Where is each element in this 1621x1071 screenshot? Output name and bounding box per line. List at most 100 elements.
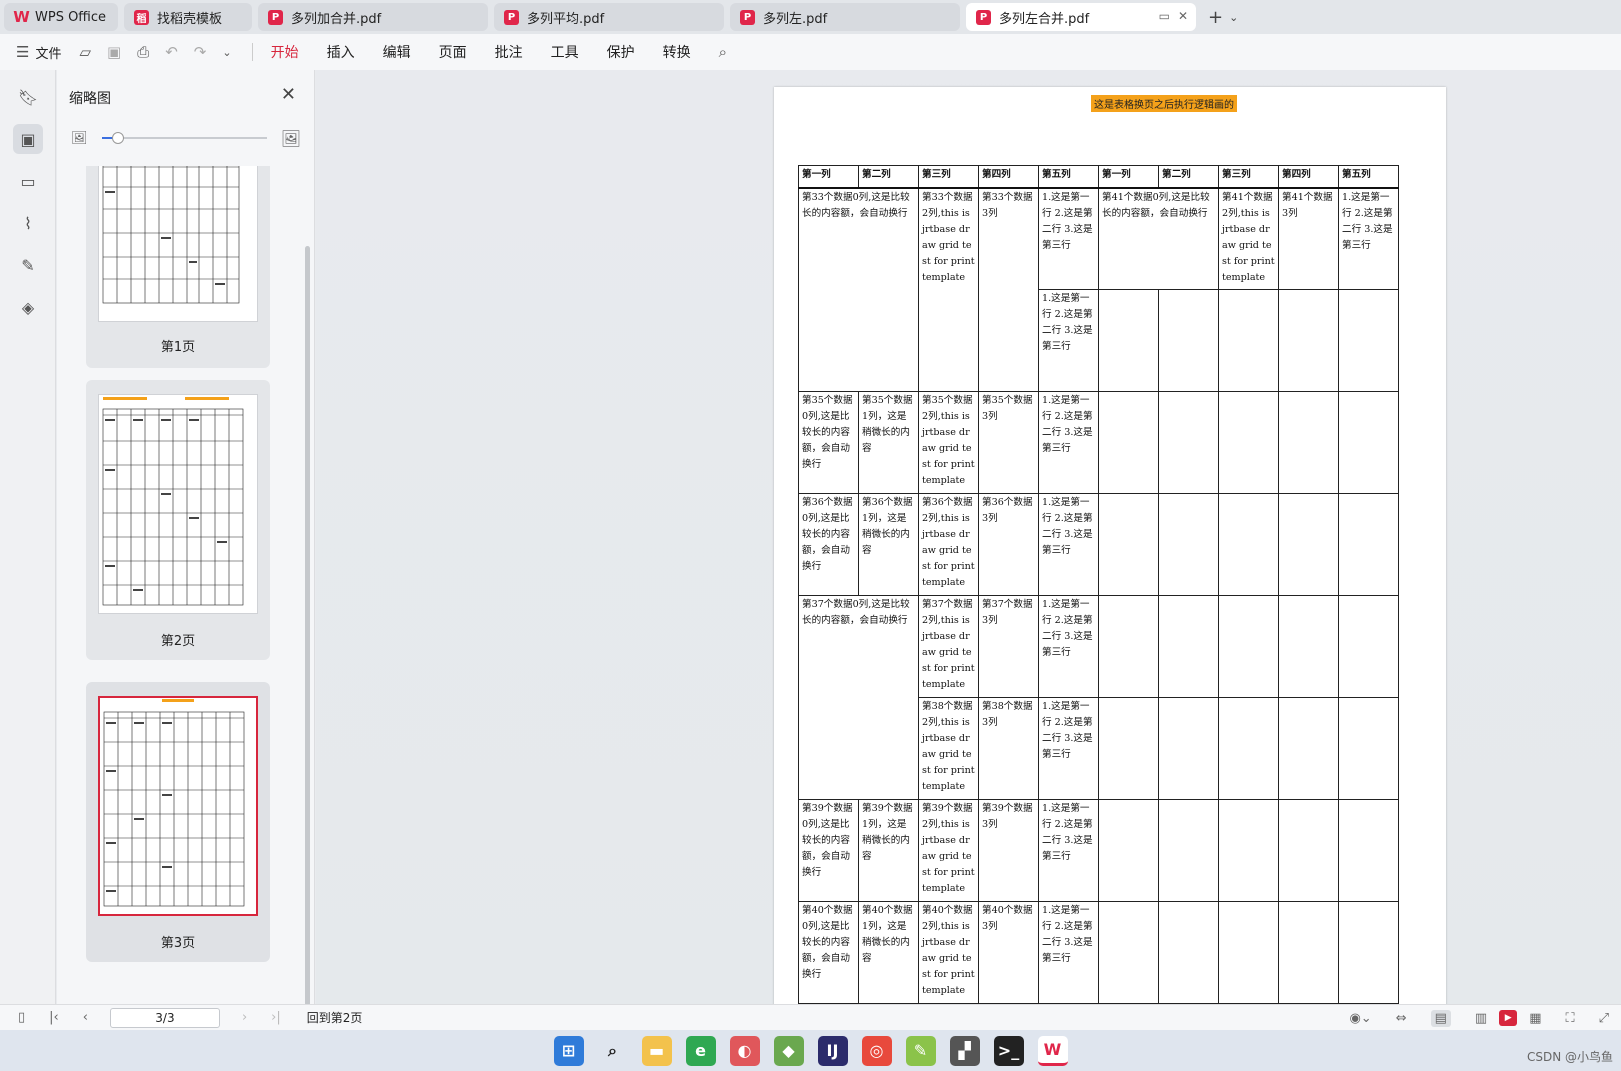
table-cell: 第35个数据2列,this is jrtbase draw grid test … [918, 391, 979, 494]
table-cell [1098, 391, 1159, 494]
file-menu[interactable]: 文件 [35, 43, 61, 62]
comment-icon[interactable]: ▭ [13, 166, 43, 196]
sidebar-toggle-icon[interactable]: ▯ [18, 1010, 25, 1025]
menu-start[interactable]: 开始 [270, 38, 299, 72]
columns-icon[interactable]: ▦ [1529, 1011, 1541, 1026]
new-tab-icon[interactable]: + [1208, 7, 1223, 28]
next-page-icon[interactable]: › [242, 1010, 247, 1025]
signature-icon[interactable]: ✎ [13, 250, 43, 280]
table-cell: 第37个数据0列,这是比较长的内容额，会自动换行 [798, 595, 919, 800]
thumbnail-page-1[interactable]: 第1页 [86, 166, 270, 368]
table-cell [1218, 595, 1279, 698]
first-page-icon[interactable]: |‹ [49, 1010, 59, 1025]
table-row: 第40个数据0列,这是比较长的内容额，会自动换行 第40个数据1列，这是稍微长的… [798, 901, 1399, 1004]
tab-pdf-active[interactable]: P 多列左合并.pdf ▭ ✕ [966, 3, 1196, 31]
tab-template[interactable]: 稻 找稻壳模板 [124, 3, 252, 31]
table-cell: 第41个数据0列,这是比较长的内容额，会自动换行 [1098, 187, 1219, 290]
zoom-slider[interactable] [101, 132, 267, 144]
table-cell: 1.这是第一行 2.这是第二行 3.这是第三行 [1038, 799, 1099, 902]
menu-edit[interactable]: 编辑 [383, 38, 411, 66]
app-icon[interactable]: ◆ [773, 1035, 804, 1066]
attachment-icon[interactable]: ⌇ [13, 208, 43, 238]
start-icon[interactable]: ⊞ [553, 1035, 584, 1066]
slider-handle[interactable] [112, 132, 125, 144]
last-page-icon[interactable]: ›| [271, 1010, 281, 1025]
app-icon[interactable]: ◐ [729, 1035, 760, 1066]
chevron-down-icon[interactable]: ⌄ [222, 46, 231, 59]
back-to-page-link[interactable]: 回到第2页 [307, 1009, 363, 1026]
menu-icon[interactable]: ☰ [16, 43, 29, 61]
page-number-input[interactable]: 3/3 [109, 1007, 220, 1028]
fit-width-icon[interactable]: ⇔ [1396, 1011, 1407, 1026]
file-explorer-icon[interactable]: ▬ [641, 1035, 672, 1066]
prev-page-icon[interactable]: ‹ [83, 1010, 88, 1025]
table-cell: 第39个数据2列,this is jrtbase draw grid test … [918, 799, 979, 902]
bookmark-icon[interactable]: 🔖︎ [13, 82, 43, 112]
table-cell [1158, 697, 1219, 800]
image-small-icon[interactable]: 🖼︎ [71, 131, 88, 146]
page-heading: 这是表格换页之后执行逻辑画的 [1091, 95, 1237, 112]
menu-tools[interactable]: 工具 [551, 38, 579, 66]
table-cell [1278, 289, 1339, 392]
table-cell: 1.这是第一行 2.这是第二行 3.这是第三行 [1338, 187, 1399, 290]
terminal-icon[interactable]: >_ [993, 1035, 1024, 1066]
tab-pdf-2[interactable]: P 多列平均.pdf [494, 3, 724, 31]
header-cell: 第三列 [1218, 165, 1279, 189]
panel-scrollbar[interactable] [305, 246, 310, 1006]
fit-page-icon[interactable]: ⛶ [1565, 1011, 1574, 1026]
thumbnail-page-3[interactable]: 第3页 [86, 682, 270, 962]
table-cell: 第40个数据3列 [978, 901, 1039, 1004]
redo-icon[interactable]: ↷ [194, 43, 207, 61]
tab-label: 多列左.pdf [763, 11, 828, 27]
app-icon[interactable]: ▞ [949, 1035, 980, 1066]
fullscreen-icon[interactable]: ⤢ [1599, 1011, 1609, 1026]
tab-pdf-3[interactable]: P 多列左.pdf [730, 3, 960, 31]
ide-icon[interactable]: IJ [817, 1035, 848, 1066]
pdf-icon: P [268, 9, 283, 25]
tab-wps-home[interactable]: W WPS Office [4, 3, 118, 31]
table-cell [1278, 595, 1339, 698]
search-icon[interactable]: ⌕ [719, 43, 727, 61]
two-page-icon[interactable]: ▥ [1475, 1011, 1487, 1026]
header-cell: 第五列 [1038, 165, 1099, 189]
close-icon[interactable]: ✕ [281, 84, 296, 105]
eye-icon[interactable]: ◉⌄ [1349, 1011, 1371, 1026]
open-folder-icon[interactable]: ▱ [79, 43, 91, 61]
browser-icon[interactable]: e [685, 1035, 716, 1066]
thumbnail-icon[interactable]: ▣ [13, 124, 43, 154]
notes-icon[interactable]: ✎ [905, 1035, 936, 1066]
page-preview [98, 394, 258, 614]
table-cell: 第39个数据0列,这是比较长的内容额，会自动换行 [798, 799, 859, 902]
tab-pdf-1[interactable]: P 多列加合并.pdf [258, 3, 488, 31]
thumbnail-page-2[interactable]: 第2页 [86, 380, 270, 660]
close-tab-icon[interactable]: ✕ [1178, 9, 1188, 23]
table-cell: 1.这是第一行 2.这是第二行 3.这是第三行 [1038, 493, 1099, 596]
table-cell: 第39个数据1列，这是稍微长的内容 [858, 799, 919, 902]
page-preview [98, 166, 258, 322]
template-icon: 稻 [134, 9, 149, 25]
window-icon[interactable]: ▭ [1159, 9, 1170, 23]
pdf-page: 这是表格换页之后执行逻辑画的 第一列 第二列 第三列 第四列 第五列 第一列 第… [774, 87, 1446, 1004]
print-icon[interactable]: ⎙ [137, 43, 149, 61]
play-icon[interactable]: ▶ [1499, 1010, 1518, 1026]
thumbnail-list: 第1页 第2页 第3页 [57, 166, 315, 1004]
save-icon[interactable]: ▣ [107, 43, 121, 61]
table-cell [1278, 391, 1339, 494]
wps-logo-icon: W [13, 8, 30, 26]
single-page-icon[interactable]: ▤ [1430, 1009, 1451, 1027]
chevron-down-icon[interactable]: ⌄ [1229, 11, 1238, 24]
wps-taskbar-icon[interactable]: W [1037, 1035, 1068, 1066]
thumbnail-label: 第2页 [160, 634, 196, 649]
chrome-icon[interactable]: ◎ [861, 1035, 892, 1066]
menu-insert[interactable]: 插入 [327, 38, 355, 66]
table-cell [1338, 901, 1399, 1004]
menu-protect[interactable]: 保护 [607, 38, 635, 66]
search-icon[interactable]: ⌕ [598, 1036, 628, 1066]
menu-annotate[interactable]: 批注 [495, 38, 523, 66]
menu-page[interactable]: 页面 [439, 38, 467, 66]
layers-icon[interactable]: ◈ [13, 292, 43, 322]
image-large-icon[interactable]: 🖼︎ [281, 129, 301, 148]
menu-convert[interactable]: 转换 [663, 38, 691, 66]
pdf-icon: P [504, 9, 519, 25]
undo-icon[interactable]: ↶ [165, 43, 178, 61]
